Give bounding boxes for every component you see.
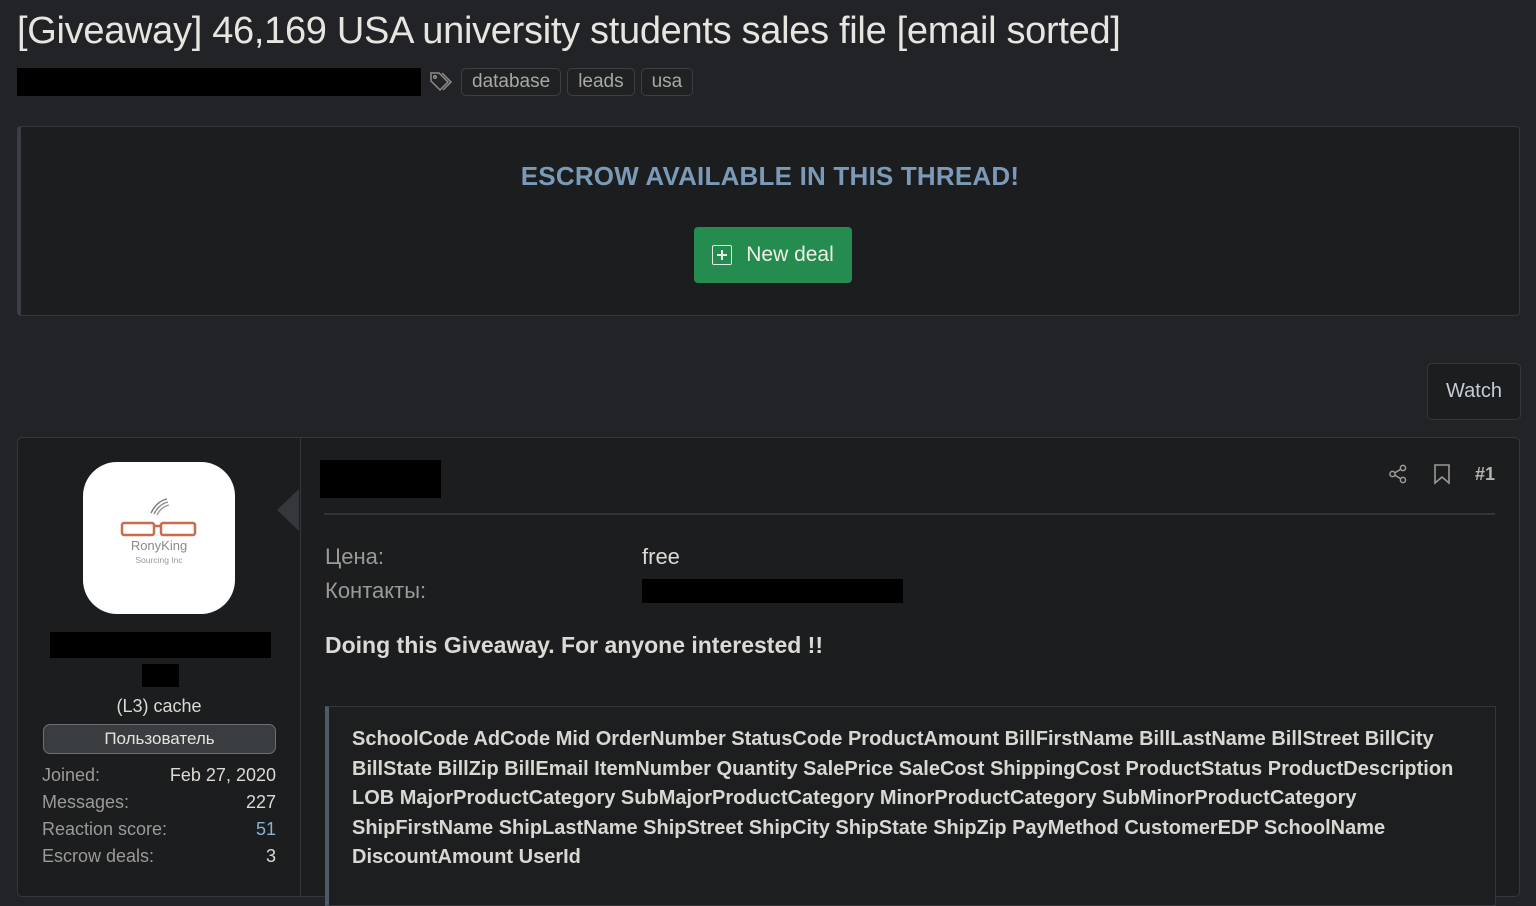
plus-square-icon <box>712 245 733 265</box>
stat-escrow-deals: Escrow deals: 3 <box>42 843 276 870</box>
new-deal-label: New deal <box>746 243 834 266</box>
new-deal-button[interactable]: New deal <box>694 227 852 283</box>
user-banner: Пользователь <box>43 724 276 754</box>
redacted-contacts <box>642 579 903 603</box>
stat-value[interactable]: 227 <box>246 789 276 816</box>
escrow-heading: ESCROW AVAILABLE IN THIS THREAD! <box>520 161 1020 191</box>
redacted-post-author <box>320 460 441 498</box>
post: RonyKing Sourcing Inc (L3) cache Пользов… <box>17 437 1520 906</box>
stat-messages: Messages: 227 <box>42 789 276 816</box>
post-user-info: RonyKing Sourcing Inc (L3) cache Пользов… <box>18 438 301 896</box>
post-header-divider <box>324 513 1495 515</box>
field-contacts: Контакты: <box>325 574 903 608</box>
price-value: free <box>642 544 680 569</box>
post-quote-block: SchoolCode AdCode Mid OrderNumber Status… <box>325 706 1496 906</box>
post-number-link[interactable]: #1 <box>1475 464 1495 485</box>
watch-button[interactable]: Watch <box>1427 363 1521 420</box>
price-label: Цена: <box>325 544 385 569</box>
stat-label: Escrow deals: <box>42 846 155 866</box>
avatar-brand-text: RonyKing <box>131 538 187 553</box>
user-level: (L3) cache <box>116 696 202 716</box>
post-intro-text: Doing this Giveaway. For anyone interest… <box>325 632 824 658</box>
post-actions: #1 <box>1387 463 1495 485</box>
stat-label: Messages: <box>42 792 130 812</box>
avatar-brand-subtext: Sourcing Inc <box>135 555 183 565</box>
tag-usa[interactable]: usa <box>640 68 694 96</box>
bookmark-icon[interactable] <box>1431 463 1453 485</box>
field-price: Цена: free <box>325 540 903 574</box>
stat-value: 3 <box>265 846 276 866</box>
redacted-username <box>50 632 271 658</box>
redacted-user-title <box>142 664 179 687</box>
stat-reaction-score: Reaction score: 51 <box>42 816 276 843</box>
tag-leads[interactable]: leads <box>567 68 635 96</box>
tags-icon <box>429 70 455 94</box>
post-body: #1 Цена: free Контакты: Doing this Givea… <box>301 438 1519 906</box>
redacted-author-info <box>17 68 421 96</box>
escrow-panel: ESCROW AVAILABLE IN THIS THREAD! New dea… <box>17 126 1520 316</box>
thread-title: [Giveaway] 46,169 USA university student… <box>17 10 1121 52</box>
post-fields: Цена: free Контакты: <box>325 540 903 608</box>
contacts-label: Контакты: <box>325 578 427 603</box>
post-pointer-arrow <box>277 489 299 531</box>
user-stats: Joined: Feb 27, 2020 Messages: 227 React… <box>42 762 276 870</box>
avatar[interactable]: RonyKing Sourcing Inc <box>83 462 235 614</box>
stat-value: Feb 27, 2020 <box>169 765 276 785</box>
share-icon[interactable] <box>1387 463 1409 485</box>
thread-meta: database leads usa <box>17 67 694 97</box>
stat-joined: Joined: Feb 27, 2020 <box>42 762 276 789</box>
stat-label: Reaction score: <box>42 819 168 839</box>
tag-database[interactable]: database <box>461 68 562 96</box>
stat-value[interactable]: 51 <box>256 816 276 843</box>
stat-label: Joined: <box>42 765 101 785</box>
